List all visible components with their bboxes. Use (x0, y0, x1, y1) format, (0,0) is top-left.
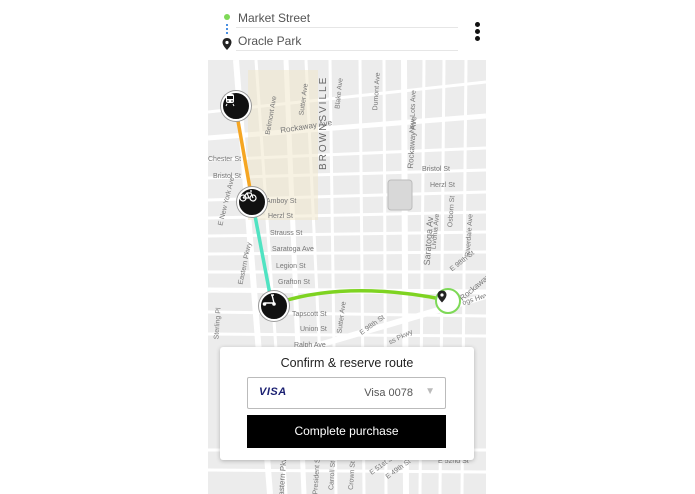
destination-pin-icon (222, 38, 232, 50)
street-label: Bristol St (213, 173, 242, 180)
reservation-panel: Confirm & reserve route VISA Visa 0078 ▼… (220, 347, 474, 460)
street-label: Grafton St (278, 279, 310, 286)
street-label: Herzl St (268, 213, 293, 220)
origin-divider (236, 27, 458, 28)
street-label: Herzl St (430, 182, 455, 189)
street-label: Amboy St (266, 198, 297, 205)
payment-card-select[interactable]: VISA Visa 0078 ▼ (247, 377, 446, 409)
visa-logo-icon: VISA (259, 386, 287, 398)
street-label: Bristol St (422, 166, 451, 173)
origin-dot-icon (224, 14, 230, 20)
chevron-down-icon: ▼ (425, 386, 435, 397)
destination-field[interactable]: Oracle Park (238, 30, 301, 52)
origin-field[interactable]: Market Street (238, 7, 310, 29)
more-options-button[interactable] (470, 22, 484, 44)
street-label: Saratoga Ave (272, 246, 314, 253)
bike-marker[interactable] (237, 187, 267, 217)
street-label: Strauss St (270, 230, 303, 237)
street-label: Chester St (208, 156, 242, 163)
destination-divider (236, 50, 458, 51)
panel-title: Confirm & reserve route (280, 356, 414, 370)
map-pin-icon (437, 290, 447, 303)
destination-text: Oracle Park (238, 34, 302, 48)
destination-marker[interactable] (435, 288, 461, 314)
street-label: Legion St (276, 263, 306, 270)
route-connector-icon (226, 24, 228, 36)
street-label: Tapscott St (292, 311, 327, 318)
card-label: Visa 0078 (364, 387, 413, 399)
street-label: Union St (300, 326, 327, 333)
scooter-marker[interactable] (259, 291, 289, 321)
trip-header: Market Street Oracle Park (208, 0, 486, 60)
bike-icon (239, 190, 257, 202)
origin-text: Market Street (238, 11, 311, 25)
complete-purchase-button[interactable]: Complete purchase (247, 415, 446, 448)
more-vertical-icon (470, 22, 484, 41)
neighborhood-label: BROWNSVILLE (318, 75, 329, 170)
scooter-icon (262, 294, 276, 306)
train-marker[interactable] (221, 91, 251, 121)
train-icon (225, 94, 235, 107)
